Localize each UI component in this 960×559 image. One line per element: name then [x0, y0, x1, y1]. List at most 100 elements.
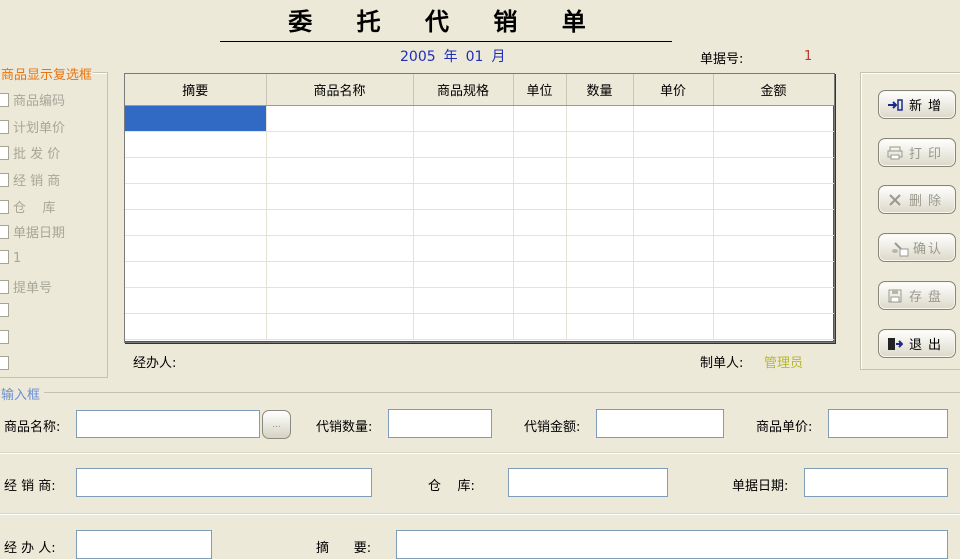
checkbox-icon[interactable]	[0, 200, 9, 214]
grid-cell[interactable]	[266, 287, 414, 314]
doc-date-field[interactable]	[804, 468, 948, 497]
grid-cell[interactable]	[413, 183, 514, 210]
grid-cell[interactable]	[413, 287, 514, 314]
grid-row[interactable]	[125, 183, 834, 210]
display-checkbox[interactable]: 批 发 价	[0, 143, 60, 162]
grid-cell[interactable]	[566, 313, 634, 340]
grid-cell[interactable]	[566, 157, 634, 184]
grid-cell[interactable]	[713, 131, 834, 158]
grid-cell[interactable]	[513, 287, 567, 314]
grid-cell[interactable]	[713, 105, 834, 132]
grid-cell[interactable]	[413, 261, 514, 288]
display-checkbox[interactable]: 商品编码	[0, 90, 65, 109]
grid-cell[interactable]	[633, 183, 714, 210]
grid-cell[interactable]	[266, 131, 414, 158]
checkbox-icon[interactable]	[0, 225, 9, 239]
grid-row[interactable]	[125, 261, 834, 288]
grid-row[interactable]	[125, 209, 834, 236]
display-checkbox[interactable]: 经 销 商	[0, 170, 60, 189]
display-checkbox[interactable]	[0, 330, 13, 346]
grid-column-header[interactable]: 商品规格	[413, 74, 514, 106]
grid-cell[interactable]	[566, 235, 634, 262]
grid-column-header[interactable]: 摘要	[125, 74, 267, 106]
grid-row[interactable]	[125, 105, 834, 132]
grid-cell[interactable]	[413, 157, 514, 184]
grid-cell[interactable]	[513, 183, 567, 210]
consignment-grid[interactable]: 摘要 商品名称 商品规格 单位 数量 单价 金额	[124, 73, 835, 343]
add-button[interactable]: 新增	[878, 90, 956, 119]
grid-cell[interactable]	[713, 261, 834, 288]
grid-cell[interactable]	[125, 235, 267, 262]
grid-cell[interactable]	[566, 183, 634, 210]
grid-cell[interactable]	[125, 157, 267, 184]
grid-row[interactable]	[125, 313, 834, 340]
grid-cell[interactable]	[413, 105, 514, 132]
dealer-field[interactable]	[76, 468, 372, 497]
grid-cell[interactable]	[413, 209, 514, 236]
grid-column-header[interactable]: 商品名称	[266, 74, 414, 106]
checkbox-icon[interactable]	[0, 280, 9, 294]
grid-cell[interactable]	[513, 131, 567, 158]
display-checkbox[interactable]: 仓 库	[0, 197, 56, 216]
exit-button[interactable]: 退出	[878, 329, 956, 358]
warehouse-field[interactable]	[508, 468, 668, 497]
display-checkbox[interactable]	[0, 303, 13, 319]
grid-cell[interactable]	[513, 261, 567, 288]
grid-cell[interactable]	[513, 313, 567, 340]
grid-cell[interactable]	[713, 313, 834, 340]
display-checkbox[interactable]: 1	[0, 250, 21, 266]
save-button[interactable]: 存盘	[878, 281, 956, 310]
grid-cell[interactable]	[633, 287, 714, 314]
grid-cell[interactable]	[713, 183, 834, 210]
summary-field[interactable]	[396, 530, 948, 559]
display-checkbox[interactable]	[0, 356, 13, 372]
display-checkbox[interactable]: 提单号	[0, 277, 52, 296]
grid-cell[interactable]	[633, 261, 714, 288]
handler-field[interactable]	[76, 530, 212, 559]
checkbox-icon[interactable]	[0, 250, 9, 264]
grid-cell[interactable]	[633, 235, 714, 262]
grid-column-header[interactable]: 单位	[513, 74, 567, 106]
grid-cell[interactable]	[713, 287, 834, 314]
checkbox-icon[interactable]	[0, 303, 9, 317]
grid-cell[interactable]	[266, 183, 414, 210]
checkbox-icon[interactable]	[0, 93, 9, 107]
grid-cell[interactable]	[266, 105, 414, 132]
confirm-button[interactable]: 确认	[878, 233, 956, 262]
grid-cell[interactable]	[713, 157, 834, 184]
grid-column-header[interactable]: 单价	[633, 74, 714, 106]
consign-qty-field[interactable]	[388, 409, 492, 438]
unit-price-field[interactable]	[828, 409, 948, 438]
grid-cell[interactable]	[633, 209, 714, 236]
grid-row[interactable]	[125, 157, 834, 184]
grid-row[interactable]	[125, 131, 834, 158]
grid-cell[interactable]	[566, 209, 634, 236]
checkbox-icon[interactable]	[0, 146, 9, 160]
grid-cell[interactable]	[266, 261, 414, 288]
grid-cell[interactable]	[513, 105, 567, 132]
grid-cell[interactable]	[513, 235, 567, 262]
grid-cell[interactable]	[633, 313, 714, 340]
grid-cell[interactable]	[413, 131, 514, 158]
display-checkbox[interactable]: 单据日期	[0, 222, 65, 241]
consign-amount-field[interactable]	[596, 409, 724, 438]
grid-cell[interactable]	[566, 287, 634, 314]
grid-row[interactable]	[125, 235, 834, 262]
grid-cell[interactable]	[125, 287, 267, 314]
grid-cell[interactable]	[513, 209, 567, 236]
grid-cell[interactable]	[713, 209, 834, 236]
grid-cell[interactable]	[266, 157, 414, 184]
grid-cell[interactable]	[125, 105, 267, 132]
delete-button[interactable]: 删除	[878, 185, 956, 214]
grid-column-header[interactable]: 金额	[713, 74, 834, 106]
grid-cell[interactable]	[513, 157, 567, 184]
grid-cell[interactable]	[633, 131, 714, 158]
grid-cell[interactable]	[125, 209, 267, 236]
grid-cell[interactable]	[266, 235, 414, 262]
grid-cell[interactable]	[125, 313, 267, 340]
grid-cell[interactable]	[566, 261, 634, 288]
grid-cell[interactable]	[713, 235, 834, 262]
browse-product-button[interactable]: ...	[262, 410, 291, 439]
grid-cell[interactable]	[266, 313, 414, 340]
grid-row[interactable]	[125, 287, 834, 314]
